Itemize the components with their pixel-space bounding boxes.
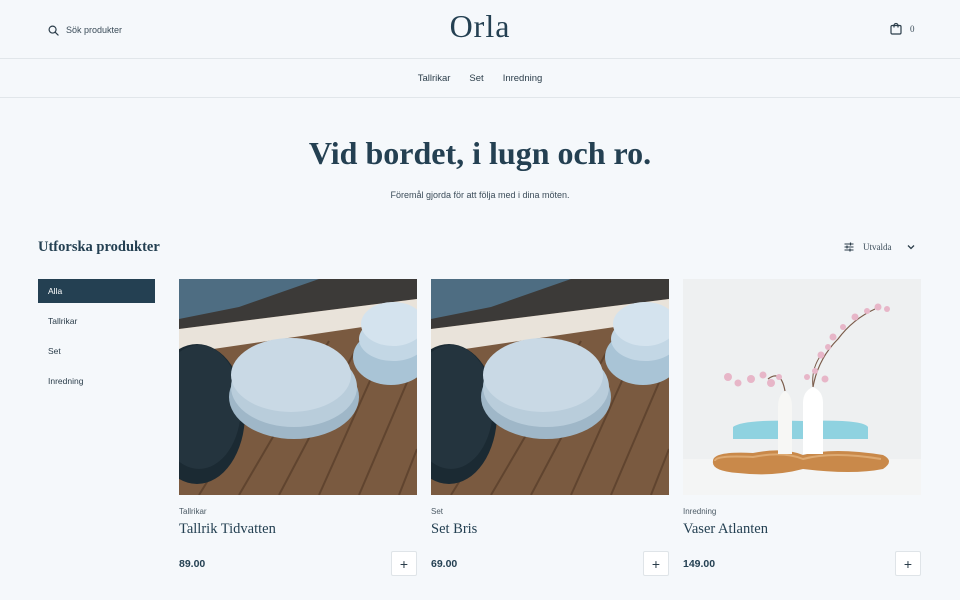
plus-icon: + [903, 555, 913, 572]
product-name[interactable]: Set Bris [431, 521, 669, 538]
sort-label: Utvalda [863, 242, 892, 252]
product-price: 69.00 [431, 558, 458, 570]
main-nav: Tallrikar Set Inredning [0, 59, 960, 98]
nav-item-inredning[interactable]: Inredning [503, 73, 543, 84]
product-price: 89.00 [179, 558, 206, 570]
product-card: Set Set Bris 69.00 + [431, 279, 669, 576]
product-image[interactable] [683, 279, 921, 495]
product-photo-plates [179, 279, 417, 495]
site-header: Sök produkter Orla 0 [0, 0, 960, 59]
filter-inredning[interactable]: Inredning [38, 369, 155, 393]
product-image[interactable] [179, 279, 417, 495]
product-name[interactable]: Vaser Atlanten [683, 521, 921, 538]
product-card: Tallrikar Tallrik Tidvatten 89.00 + [179, 279, 417, 576]
add-to-cart-button[interactable]: + [391, 551, 417, 576]
cart-count: 0 [910, 23, 915, 34]
product-name[interactable]: Tallrik Tidvatten [179, 521, 417, 538]
plus-icon: + [399, 555, 409, 572]
product-category: Set [431, 507, 444, 516]
product-price: 149.00 [683, 558, 716, 570]
cart-button[interactable]: 0 [890, 22, 915, 35]
product-card: Inredning Vaser Atlanten 149.00 + [683, 279, 921, 576]
search-input[interactable]: Sök produkter [48, 22, 122, 38]
filter-alla[interactable]: Alla [38, 279, 155, 303]
chevron-down-icon [907, 245, 914, 250]
product-photo-vases [683, 279, 921, 495]
add-to-cart-button[interactable]: + [895, 551, 921, 576]
hero-title: Vid bordet, i lugn och ro. [308, 135, 652, 171]
sliders-icon [844, 242, 854, 252]
category-filter-list: Alla Tallrikar Set Inredning [38, 279, 155, 399]
product-image[interactable] [431, 279, 669, 495]
product-category: Tallrikar [179, 507, 207, 516]
product-category: Inredning [683, 507, 717, 516]
nav-item-tallrikar[interactable]: Tallrikar [418, 73, 451, 84]
hero-subtitle: Föremål gjorda för att följa med i dina … [390, 190, 570, 200]
add-to-cart-button[interactable]: + [643, 551, 669, 576]
search-placeholder: Sök produkter [66, 25, 123, 35]
plus-icon: + [651, 555, 661, 572]
section-title: Utforska produkter [38, 239, 160, 255]
product-photo-set [431, 279, 669, 495]
sort-dropdown[interactable]: Utvalda [844, 242, 915, 252]
filter-tallrikar[interactable]: Tallrikar [38, 309, 155, 333]
filter-set[interactable]: Set [38, 339, 155, 363]
search-icon [48, 25, 59, 36]
nav-item-set[interactable]: Set [469, 73, 483, 84]
shopping-bag-icon [890, 22, 902, 35]
site-logo: Orla [449, 8, 511, 44]
